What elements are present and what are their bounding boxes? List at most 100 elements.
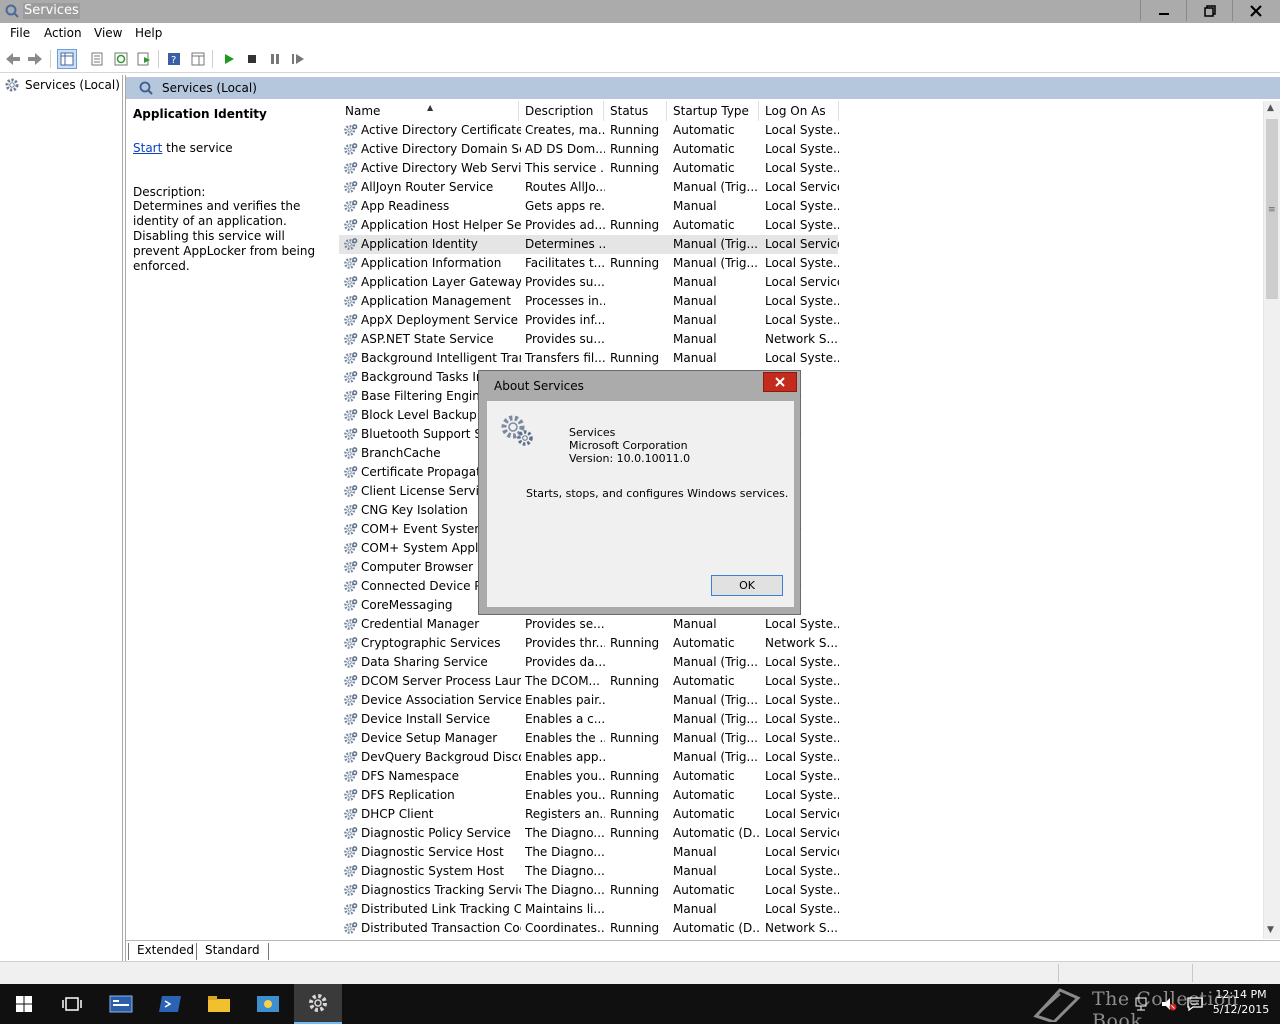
export-list-button[interactable]	[134, 49, 154, 69]
service-name: Diagnostic Policy Service	[361, 826, 511, 840]
service-log-on-as: Local Service	[765, 807, 839, 821]
service-startup-type: Manual	[673, 845, 717, 859]
column-header-log-on-as[interactable]: Log On As	[759, 101, 839, 121]
table-row[interactable]: Distributed Transaction Coo... Coordinate…	[339, 919, 1269, 938]
service-name: Application Management	[361, 294, 511, 308]
menu-help[interactable]: Help	[135, 26, 162, 40]
show-console-tree-button[interactable]	[57, 49, 77, 69]
status-divider	[1192, 964, 1193, 982]
table-row[interactable]: DCOM Server Process Laun... The DCOM... Ru…	[339, 672, 1269, 691]
menu-action[interactable]: Action	[44, 26, 82, 40]
table-row[interactable]: Application Layer Gateway ... Provides su…	[339, 273, 1269, 292]
column-header-startup-type[interactable]: Startup Type	[667, 101, 759, 121]
service-status: Running	[610, 788, 660, 802]
table-row[interactable]: Diagnostics Tracking Service The Diagno..…	[339, 881, 1269, 900]
gear-icon	[344, 675, 358, 687]
tree-node-services-local[interactable]: Services (Local)	[4, 77, 120, 93]
table-row[interactable]: App Readiness Gets apps re... Manual Local …	[339, 197, 1269, 216]
table-row[interactable]: Device Setup Manager Enables the ... Runni…	[339, 729, 1269, 748]
ok-button[interactable]: OK	[711, 575, 783, 596]
scroll-down-icon[interactable]: ▼	[1267, 925, 1274, 935]
table-row[interactable]: Diagnostic System Host The Diagno... Manua…	[339, 862, 1269, 881]
table-row[interactable]: DFS Namespace Enables you... Running Automa…	[339, 767, 1269, 786]
show-hide-action-pane-button[interactable]	[188, 49, 208, 69]
tray-volume[interactable]	[1160, 984, 1178, 1024]
task-view-button[interactable]	[48, 984, 96, 1024]
vertical-scrollbar[interactable]: ▲ ≡ ▼	[1263, 101, 1280, 939]
taskbar-clock[interactable]: 12:14 PM 5/12/2015	[1208, 987, 1274, 1017]
scroll-up-icon[interactable]: ▲	[1267, 103, 1274, 113]
taskbar-services[interactable]	[294, 984, 342, 1024]
dialog-version: Version: 10.0.10011.0	[569, 452, 691, 465]
scroll-grip-icon: ≡	[1268, 205, 1276, 215]
table-row[interactable]: Device Association Service Enables pair..…	[339, 691, 1269, 710]
refresh-button[interactable]	[111, 49, 131, 69]
service-log-on-as: Local Syste...	[765, 161, 839, 175]
table-row[interactable]: AllJoyn Router Service Routes AllJo... Man…	[339, 178, 1269, 197]
menu-file[interactable]: File	[10, 26, 30, 40]
table-row[interactable]: Device Install Service Enables a c... Manu…	[339, 710, 1269, 729]
column-header-name[interactable]: Name ▲	[339, 101, 519, 121]
gear-icon	[344, 922, 358, 934]
start-service-button[interactable]	[219, 49, 239, 69]
gear-icon	[344, 162, 358, 174]
table-row[interactable]: Application Information Facilitates t... R…	[339, 254, 1269, 273]
stop-service-button[interactable]	[242, 49, 262, 69]
table-row[interactable]: ASP.NET State Service Provides su... Manua…	[339, 330, 1269, 349]
tray-network[interactable]	[1134, 984, 1152, 1024]
sort-ascending-icon: ▲	[427, 103, 434, 112]
table-row[interactable]: DHCP Client Registers an... Running Automat…	[339, 805, 1269, 824]
tab-standard[interactable]: Standard	[196, 943, 269, 960]
help-button[interactable]: ?	[164, 49, 184, 69]
table-row[interactable]: Cryptographic Services Provides thr... Run…	[339, 634, 1269, 653]
table-row[interactable]: Application Identity Determines ... Manual…	[339, 235, 839, 254]
tab-extended[interactable]: Extended	[128, 943, 202, 960]
restore-button[interactable]	[1186, 0, 1232, 21]
table-row[interactable]: Diagnostic Policy Service The Diagno... Ru…	[339, 824, 1269, 843]
table-row[interactable]: Active Directory Domain Se... AD DS Dom..…	[339, 140, 1269, 159]
service-log-on-as: Local Syste...	[765, 750, 839, 764]
restart-service-button[interactable]	[288, 49, 308, 69]
table-row[interactable]: Active Directory Web Services This servic…	[339, 159, 1269, 178]
back-button[interactable]	[3, 49, 23, 69]
tray-action-center[interactable]	[1186, 984, 1204, 1024]
service-startup-type: Automatic	[673, 123, 735, 137]
table-row[interactable]: Diagnostic Service Host The Diagno... Manu…	[339, 843, 1269, 862]
column-header-status[interactable]: Status	[604, 101, 667, 121]
column-header-description[interactable]: Description	[519, 101, 604, 121]
service-status: Running	[610, 161, 660, 175]
taskbar: The Collection Book 12:14 PM 5/12/2015	[0, 984, 1280, 1024]
table-row[interactable]: Active Directory Certificate ... Creates,…	[339, 121, 1269, 140]
minimize-button[interactable]	[1140, 0, 1186, 21]
service-status: Running	[610, 674, 660, 688]
start-service-link[interactable]: Start	[133, 141, 162, 155]
taskbar-event-viewer[interactable]	[244, 984, 292, 1024]
start-button[interactable]	[0, 984, 48, 1024]
table-row[interactable]: Application Management Processes in... Man…	[339, 292, 1269, 311]
pause-service-button[interactable]	[265, 49, 285, 69]
service-log-on-as: Local Syste...	[765, 218, 839, 232]
table-row[interactable]: Background Intelligent Tran... Transfers …	[339, 349, 1269, 368]
table-row[interactable]: Distributed Link Tracking Cl... Maintains…	[339, 900, 1269, 919]
properties-button[interactable]	[87, 49, 107, 69]
table-row[interactable]: Credential Manager Provides se... Manual Lo…	[339, 615, 1269, 634]
forward-button[interactable]	[25, 49, 45, 69]
gear-icon	[344, 333, 358, 345]
gear-icon	[344, 428, 358, 440]
dialog-close-button[interactable]	[763, 372, 797, 392]
close-button[interactable]	[1232, 0, 1278, 21]
table-row[interactable]: Application Host Helper Ser... Provides a…	[339, 216, 1269, 235]
status-bar	[0, 961, 1280, 984]
table-row[interactable]: DFS Replication Enables you... Running Auto…	[339, 786, 1269, 805]
taskbar-powershell[interactable]	[146, 984, 194, 1024]
service-detail-panel: Application Identity Start the service D…	[133, 107, 331, 274]
taskbar-server-manager[interactable]	[97, 984, 145, 1024]
service-startup-type: Manual	[673, 332, 717, 346]
taskbar-file-explorer[interactable]	[195, 984, 243, 1024]
table-row[interactable]: Data Sharing Service Provides da... Manual…	[339, 653, 1269, 672]
service-description: Provides se...	[525, 617, 605, 631]
table-row[interactable]: DevQuery Backgroud Disco... Enables app..…	[339, 748, 1269, 767]
gear-icon	[344, 276, 358, 288]
menu-view[interactable]: View	[94, 26, 122, 40]
table-row[interactable]: AppX Deployment Service (... Provides inf…	[339, 311, 1269, 330]
